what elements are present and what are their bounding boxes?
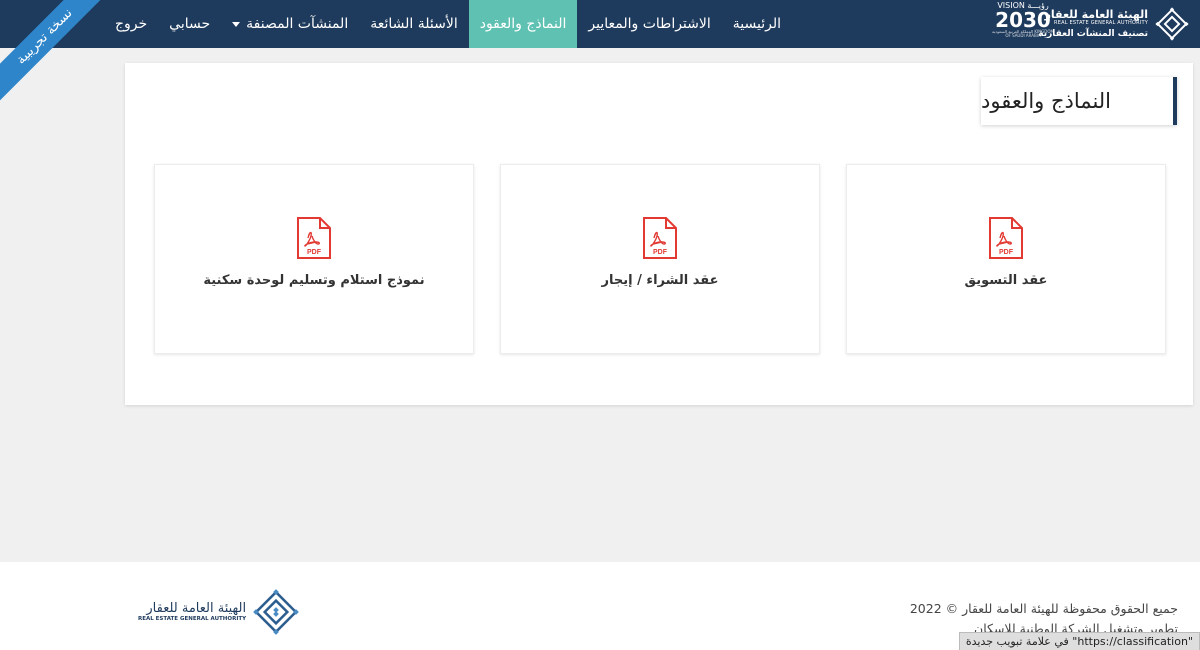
nav-item-requirements[interactable]: الاشتراطات والمعايير xyxy=(577,0,721,48)
doc-label: عقد التسويق xyxy=(964,273,1048,288)
brand-text: الهيئة العامة للعقار REAL ESTATE GENERAL… xyxy=(1038,7,1148,40)
main-nav: الرئيسية الاشتراطات والمعايير النماذج وا… xyxy=(104,0,792,48)
top-navbar: الرئيسية الاشتراطات والمعايير النماذج وا… xyxy=(0,0,1200,48)
pdf-icon: PDF xyxy=(989,217,1023,259)
footer-logo-text: الهيئة العامة للعقار REAL ESTATE GENERAL… xyxy=(138,600,247,623)
beta-ribbon-label: نسخة تجريبية xyxy=(0,0,115,107)
authority-emblem-icon xyxy=(253,589,299,635)
doc-card-purchase-lease-contract[interactable]: PDF عقد الشراء / إيجار xyxy=(500,164,820,354)
doc-label: عقد الشراء / إيجار xyxy=(601,273,719,288)
svg-text:PDF: PDF xyxy=(307,249,322,256)
page-title: النماذج والعقود xyxy=(981,89,1112,113)
footer: جميع الحقوق محفوظة للهيئة العامة للعقار … xyxy=(0,562,1200,650)
svg-text:PDF: PDF xyxy=(653,249,668,256)
nav-item-forms-contracts[interactable]: النماذج والعقود xyxy=(468,0,578,48)
pdf-icon: PDF xyxy=(643,217,677,259)
beta-ribbon: نسخة تجريبية xyxy=(0,0,140,140)
svg-text:PDF: PDF xyxy=(999,249,1014,256)
nav-item-home[interactable]: الرئيسية xyxy=(722,0,792,48)
nav-item-my-account[interactable]: حسابي xyxy=(158,0,221,48)
brand-logo[interactable]: الهيئة العامة للعقار REAL ESTATE GENERAL… xyxy=(1038,0,1190,48)
browser-status-url: "https://classification" في علامة تبويب … xyxy=(958,632,1200,650)
page-title-box: النماذج والعقود xyxy=(981,77,1177,125)
nav-item-faq[interactable]: الأسئلة الشائعة xyxy=(359,0,469,48)
doc-card-handover-form[interactable]: PDF نموذج استلام وتسليم لوحدة سكنية xyxy=(154,164,474,354)
footer-logo[interactable]: الهيئة العامة للعقار REAL ESTATE GENERAL… xyxy=(138,588,300,636)
pdf-icon: PDF xyxy=(297,217,331,259)
doc-label: نموذج استلام وتسليم لوحدة سكنية xyxy=(203,273,425,288)
footer-copyright: جميع الحقوق محفوظة للهيئة العامة للعقار … xyxy=(909,601,1178,616)
nav-item-classified-facilities[interactable]: المنشآت المصنفة xyxy=(221,0,359,48)
caret-down-icon xyxy=(232,21,241,27)
content-card: النماذج والعقود PDF عقد التسويق PDF عقد … xyxy=(125,63,1193,405)
authority-emblem-icon xyxy=(1155,7,1189,41)
doc-card-marketing-contract[interactable]: PDF عقد التسويق xyxy=(846,164,1166,354)
